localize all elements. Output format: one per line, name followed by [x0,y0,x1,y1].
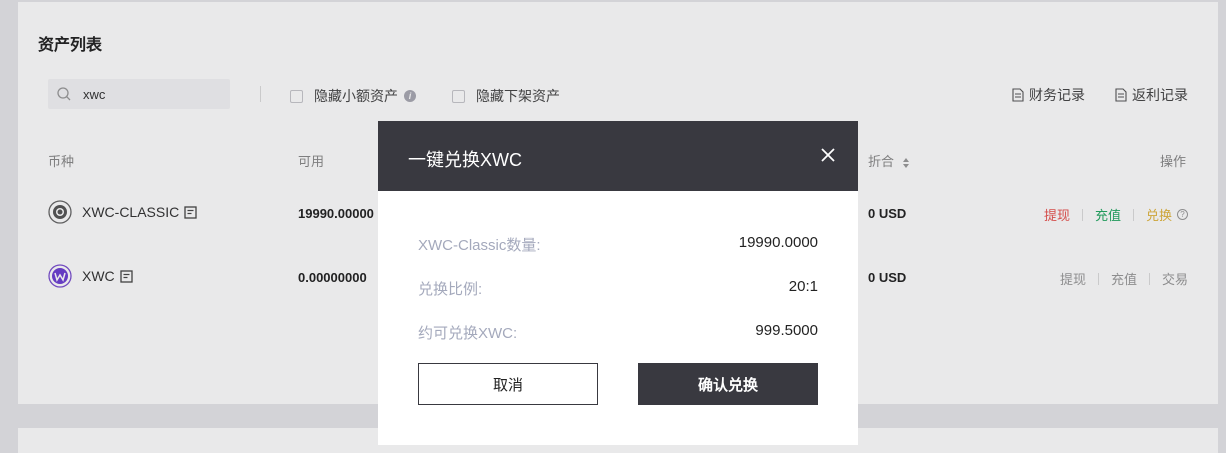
close-icon[interactable] [820,147,836,163]
dialog-header: 一键兑换XWC [378,121,858,191]
estimated-xwc-label: 约可兑换XWC: [418,325,518,342]
estimated-xwc-value: 999.5000 [755,322,818,339]
confirm-exchange-button[interactable]: 确认兑换 [638,363,818,405]
dialog-title: 一键兑换XWC [408,150,522,170]
exchange-ratio-label: 兑换比例: [418,281,483,298]
exchange-dialog: 一键兑换XWC XWC-Classic数量: 19990.0000 兑换比例: … [378,121,858,445]
classic-amount-label: XWC-Classic数量: [418,237,541,254]
classic-amount-value: 19990.0000 [738,234,818,251]
exchange-ratio-value: 20:1 [788,278,818,295]
cancel-button[interactable]: 取消 [418,363,598,405]
